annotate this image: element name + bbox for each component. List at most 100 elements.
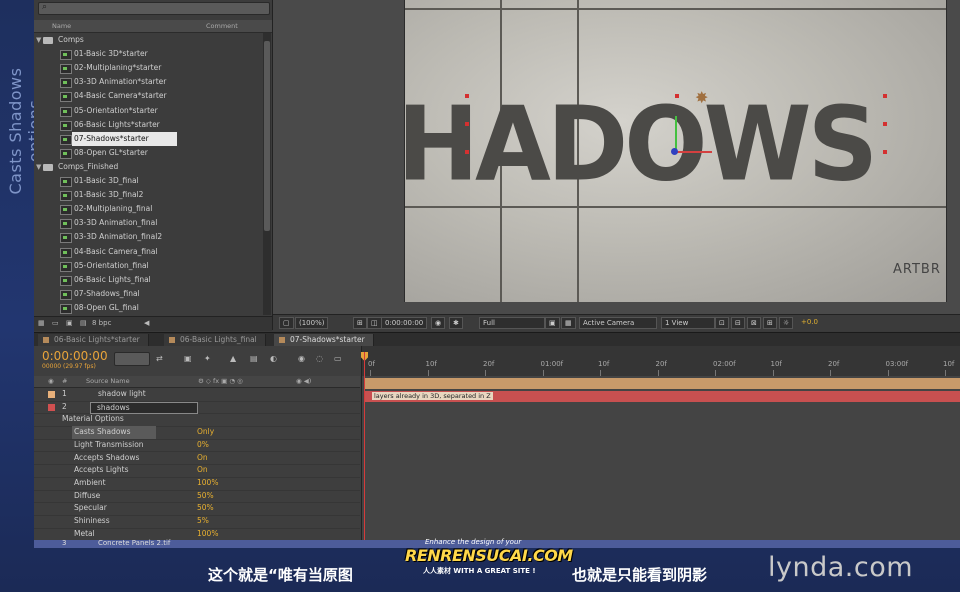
layer-row[interactable]: 1 shadow light xyxy=(34,388,360,402)
view-layout-select[interactable]: 1 View xyxy=(661,317,715,329)
graph-editor-icon[interactable]: ◌ xyxy=(316,354,328,364)
project-item[interactable]: 01-Basic 3D_final2 xyxy=(34,188,264,202)
interpret-footage-icon[interactable]: ▦ xyxy=(38,319,45,327)
motion-blur-icon[interactable]: ◐ xyxy=(270,354,282,364)
project-item[interactable]: 01-Basic 3D*starter xyxy=(34,47,264,61)
scrollbar-thumb[interactable] xyxy=(264,41,270,231)
layer-handle[interactable] xyxy=(465,150,469,154)
layer-bar-shadows[interactable]: layers already in 3D, separated in Z xyxy=(364,391,960,402)
property-row[interactable]: Specular 50% xyxy=(34,502,360,516)
project-item[interactable]: 08-Open GL*starter xyxy=(34,146,264,160)
label-swatch[interactable] xyxy=(48,403,55,411)
property-row[interactable]: Accepts Lights On xyxy=(34,464,360,478)
current-time-indicator[interactable] xyxy=(364,352,365,548)
auto-keyframe-icon[interactable]: ▭ xyxy=(334,354,346,364)
hide-shy-icon[interactable]: ▲ xyxy=(230,354,242,364)
scroll-left-icon[interactable]: ◀ xyxy=(144,319,149,327)
layer-row[interactable]: 2 shadows xyxy=(34,401,360,415)
layer-name[interactable]: shadow light xyxy=(98,388,146,401)
property-value[interactable]: 50% xyxy=(197,502,214,515)
project-item[interactable]: 03-3D Animation_final2 xyxy=(34,230,264,244)
zoom-select[interactable]: (100%) xyxy=(295,317,329,329)
viewer-timecode[interactable]: 0:00:00:00 xyxy=(381,317,428,329)
layer-bar-shadow-light[interactable] xyxy=(364,378,960,389)
property-value[interactable]: 5% xyxy=(197,515,209,528)
project-item[interactable]: 01-Basic 3D_final xyxy=(34,174,264,188)
timeline-search-input[interactable] xyxy=(114,352,150,366)
new-comp-icon[interactable]: ▣ xyxy=(66,319,73,327)
property-row[interactable]: Casts Shadows Only xyxy=(34,426,360,440)
shadow-text-layer[interactable]: HADOWS xyxy=(405,85,878,205)
new-folder-icon[interactable]: ▭ xyxy=(52,319,59,327)
bpc-toggle[interactable]: 8 bpc xyxy=(92,319,111,327)
property-value[interactable]: 100% xyxy=(197,528,218,541)
project-item[interactable]: 06-Basic Lights*starter xyxy=(34,118,264,132)
toggle-pixel-icon[interactable]: ⊡ xyxy=(715,317,729,329)
camera-select[interactable]: Active Camera xyxy=(579,317,657,329)
property-value[interactable]: 50% xyxy=(197,490,214,503)
switches-column-header[interactable]: ⚙ ◇ fx ▣ ◔ ◎ xyxy=(198,377,243,385)
source-name-column-header[interactable]: Source Name xyxy=(86,377,130,385)
region-icon[interactable]: ▢ xyxy=(279,317,294,329)
twirl-down-icon[interactable]: ▼ xyxy=(36,33,41,47)
project-item[interactable]: 02-Multiplaning*starter xyxy=(34,61,264,75)
property-value[interactable]: 100% xyxy=(197,477,218,490)
grid-icon[interactable]: ⊞ xyxy=(353,317,367,329)
project-scrollbar[interactable] xyxy=(263,33,271,315)
project-item[interactable]: 05-Orientation_final xyxy=(34,259,264,273)
project-item[interactable]: 07-Shadows*starter xyxy=(34,131,264,146)
project-folder[interactable]: ▼ Comps xyxy=(34,33,264,47)
project-item[interactable]: 04-Basic Camera*starter xyxy=(34,89,264,103)
project-item[interactable]: 05-Orientation*starter xyxy=(34,104,264,118)
property-value[interactable]: 0% xyxy=(197,439,209,452)
name-column-header[interactable]: Name xyxy=(52,22,71,30)
project-item[interactable]: 08-Open GL_final xyxy=(34,301,264,315)
timeline-timecode[interactable]: 0:00:00:00 xyxy=(42,349,108,363)
layer-name[interactable]: shadows xyxy=(90,401,198,414)
project-item[interactable]: 07-Shadows_final xyxy=(34,287,264,301)
tab-basic-lights-final[interactable]: 06-Basic Lights_final xyxy=(164,334,266,346)
tab-shadows-starter[interactable]: 07-Shadows*starter xyxy=(274,334,374,346)
resolution-select[interactable]: Full xyxy=(479,317,545,329)
delete-icon[interactable]: ▤ xyxy=(80,319,87,327)
z-axis-gizmo[interactable] xyxy=(671,148,678,155)
mask-icon[interactable]: ◫ xyxy=(367,317,382,329)
comment-column-header[interactable]: Comment xyxy=(206,22,238,30)
layer-handle[interactable] xyxy=(465,94,469,98)
exposure-reset-icon[interactable]: ☼ xyxy=(779,317,794,329)
layer-handle[interactable] xyxy=(883,122,887,126)
live-update-icon[interactable]: ▣ xyxy=(184,354,196,364)
number-column-header[interactable]: # xyxy=(62,377,67,385)
property-row[interactable]: Diffuse 50% xyxy=(34,490,360,504)
tab-basic-lights-starter[interactable]: 06-Basic Lights*starter xyxy=(38,334,149,346)
brainstorm-icon[interactable]: ◉ xyxy=(298,354,310,364)
av-column-header[interactable]: ◉ ◀) xyxy=(296,377,311,385)
property-value[interactable]: Only xyxy=(197,426,214,439)
property-row[interactable]: Light Transmission 0% xyxy=(34,439,360,453)
draft-3d-icon[interactable]: ✦ xyxy=(204,354,216,364)
layer-handle[interactable] xyxy=(465,122,469,126)
property-row[interactable]: Accepts Shadows On xyxy=(34,452,360,466)
property-value[interactable]: On xyxy=(197,464,208,477)
show-channel-icon[interactable]: ✱ xyxy=(449,317,463,329)
layer-handle[interactable] xyxy=(883,150,887,154)
light-icon[interactable]: ✸ xyxy=(695,88,708,107)
project-item[interactable]: 03-3D Animation*starter xyxy=(34,75,264,89)
project-item[interactable]: 03-3D Animation_final xyxy=(34,216,264,230)
time-ruler[interactable]: 0f 10f 20f 01:00f 10f 20f 02:00f 10f 20f 03:00f 10… xyxy=(361,346,960,376)
project-item[interactable]: 02-Multiplaning_final xyxy=(34,202,264,216)
project-folder[interactable]: ▼ Comps_Finished xyxy=(34,160,264,174)
material-options-group[interactable]: Material Options xyxy=(34,413,360,428)
project-item[interactable]: 04-Basic Camera_final xyxy=(34,245,264,259)
timeline-icon[interactable]: ⊠ xyxy=(747,317,761,329)
x-axis-gizmo[interactable] xyxy=(676,151,712,153)
transparency-grid-icon[interactable]: ▦ xyxy=(561,317,576,329)
property-row[interactable]: Ambient 100% xyxy=(34,477,360,491)
comp-canvas[interactable]: HADOWS ✸ ARTBR xyxy=(404,0,947,302)
property-value[interactable]: On xyxy=(197,452,208,465)
project-search-input[interactable]: ⌕ xyxy=(38,2,270,15)
fast-preview-icon[interactable]: ⊟ xyxy=(731,317,745,329)
region-of-interest-icon[interactable]: ▣ xyxy=(545,317,560,329)
property-row[interactable]: Shininess 5% xyxy=(34,515,360,529)
label-swatch[interactable] xyxy=(48,391,55,398)
